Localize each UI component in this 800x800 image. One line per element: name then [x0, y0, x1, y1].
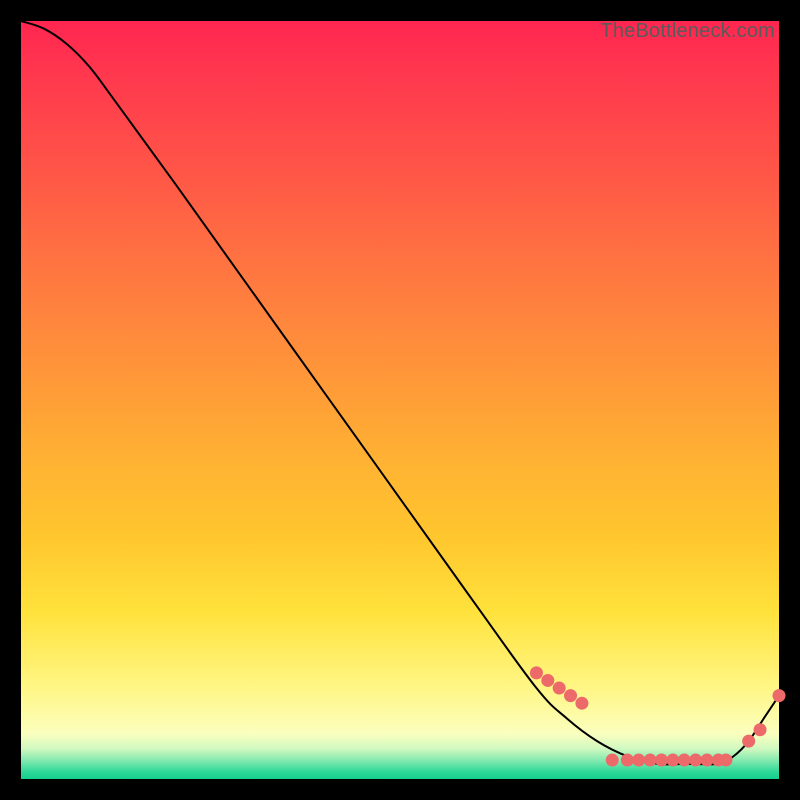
data-point	[754, 723, 767, 736]
data-point	[655, 754, 668, 767]
data-point	[689, 754, 702, 767]
data-point	[564, 689, 577, 702]
curve-layer	[21, 21, 779, 779]
data-point	[621, 754, 634, 767]
data-point	[553, 682, 566, 695]
data-point	[678, 754, 691, 767]
data-point	[530, 666, 543, 679]
data-point	[606, 754, 619, 767]
highlight-dots	[530, 666, 786, 766]
data-point	[719, 754, 732, 767]
data-point	[644, 754, 657, 767]
data-point	[742, 735, 755, 748]
data-point	[666, 754, 679, 767]
data-point	[575, 697, 588, 710]
data-point	[773, 689, 786, 702]
main-curve	[21, 21, 779, 764]
data-point	[541, 674, 554, 687]
data-point	[700, 754, 713, 767]
data-point	[632, 754, 645, 767]
chart-frame: TheBottleneck.com	[21, 21, 779, 779]
